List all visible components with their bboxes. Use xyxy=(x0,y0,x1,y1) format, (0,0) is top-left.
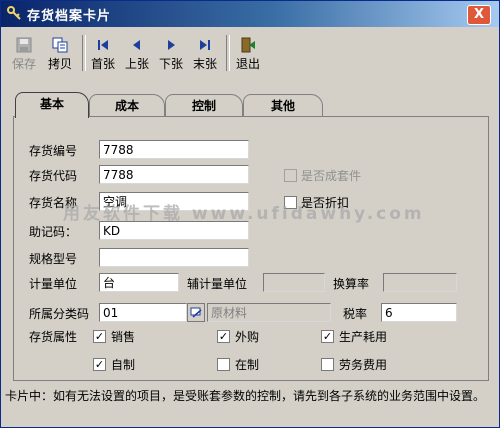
purchase-label: 外购 xyxy=(235,330,260,344)
composite-checkbox[interactable] xyxy=(284,169,297,182)
last-arrow-icon xyxy=(200,40,210,50)
aux-unit-label: 辅计量单位 xyxy=(187,277,248,291)
wip-label: 在制 xyxy=(235,358,260,372)
aux-unit-input[interactable] xyxy=(263,273,325,292)
rate-label: 换算率 xyxy=(333,277,370,291)
right-arrow-icon xyxy=(168,40,175,50)
daima-input[interactable]: 7788 xyxy=(99,165,249,184)
left-arrow-icon xyxy=(133,40,140,50)
labor-checkbox[interactable] xyxy=(321,358,334,371)
save-button[interactable]: 保存 xyxy=(7,33,41,73)
mnemonic-label: 助记码： xyxy=(29,225,78,239)
tab-cost[interactable]: 成本 xyxy=(89,94,165,117)
selfmade-label: 自制 xyxy=(111,358,136,372)
class-lookup-button[interactable] xyxy=(187,303,205,322)
copy-button[interactable]: 拷贝 xyxy=(43,33,77,73)
unit-input[interactable]: 台 xyxy=(99,273,179,292)
class-name-input: 原材料 xyxy=(207,303,331,322)
labor-label: 劳务费用 xyxy=(339,358,388,372)
window-title: 存货档案卡片 xyxy=(27,9,112,24)
rate-input[interactable] xyxy=(383,273,457,292)
first-label: 首张 xyxy=(90,57,115,71)
exit-button[interactable]: 退出 xyxy=(231,33,265,73)
copy-icon xyxy=(52,37,68,53)
first-record-button[interactable]: 首张 xyxy=(87,33,119,73)
spec-label: 规格型号 xyxy=(29,252,78,266)
exit-door-icon xyxy=(241,37,255,53)
copy-label: 拷贝 xyxy=(47,57,72,71)
code-input[interactable]: 7788 xyxy=(99,140,249,159)
wip-checkbox[interactable] xyxy=(217,358,230,371)
spec-input[interactable] xyxy=(99,248,249,267)
tax-input[interactable]: 6 xyxy=(381,303,457,322)
save-label: 保存 xyxy=(11,57,36,71)
selfmade-checkbox[interactable]: ✓ xyxy=(93,358,106,371)
production-checkbox[interactable]: ✓ xyxy=(321,330,334,343)
attr-label: 存货属性 xyxy=(29,330,78,344)
tab-control[interactable]: 控制 xyxy=(165,94,243,117)
prev-record-button[interactable]: 上张 xyxy=(121,33,153,73)
purchase-checkbox[interactable]: ✓ xyxy=(217,330,230,343)
tab-basic[interactable]: 基本 xyxy=(15,92,89,118)
close-button[interactable]: X xyxy=(467,5,491,25)
watermark-text: 用友软件下载 www.ufidawhy.com xyxy=(63,204,425,224)
last-record-button[interactable]: 末张 xyxy=(189,33,221,73)
toolbar-separator xyxy=(82,35,86,71)
tab-other[interactable]: 其他 xyxy=(243,94,323,117)
title-bar: 存货档案卡片 X xyxy=(1,1,499,27)
lookup-icon xyxy=(190,307,202,318)
code-label: 存货编号 xyxy=(29,144,78,158)
first-arrow-icon xyxy=(98,40,108,50)
class-label: 所属分类码 xyxy=(29,307,90,321)
class-code-input[interactable]: 01 xyxy=(99,303,187,322)
sale-label: 销售 xyxy=(111,330,136,344)
next-record-button[interactable]: 下张 xyxy=(155,33,187,73)
floppy-disk-icon xyxy=(16,37,32,53)
next-label: 下张 xyxy=(158,57,183,71)
production-label: 生产耗用 xyxy=(339,330,388,344)
toolbar-separator xyxy=(226,35,230,71)
footer-note: 卡片中：如有无法设置的项目，是受账套参数的控制，请先到各子系统的业务范围中设置。 xyxy=(5,389,486,403)
prev-label: 上张 xyxy=(124,57,149,71)
composite-label: 是否成套件 xyxy=(301,169,362,183)
archive-card-window: 存货档案卡片 X 保存 拷贝 首张 上张 下张 末张 退出 基本 成本 控制 其… xyxy=(0,0,500,428)
key-icon xyxy=(7,6,21,20)
exit-label: 退出 xyxy=(235,57,260,71)
daima-label: 存货代码 xyxy=(29,169,78,183)
sale-checkbox[interactable]: ✓ xyxy=(93,330,106,343)
last-label: 末张 xyxy=(192,57,217,71)
unit-label: 计量单位 xyxy=(29,277,78,291)
tax-label: 税率 xyxy=(343,307,368,321)
